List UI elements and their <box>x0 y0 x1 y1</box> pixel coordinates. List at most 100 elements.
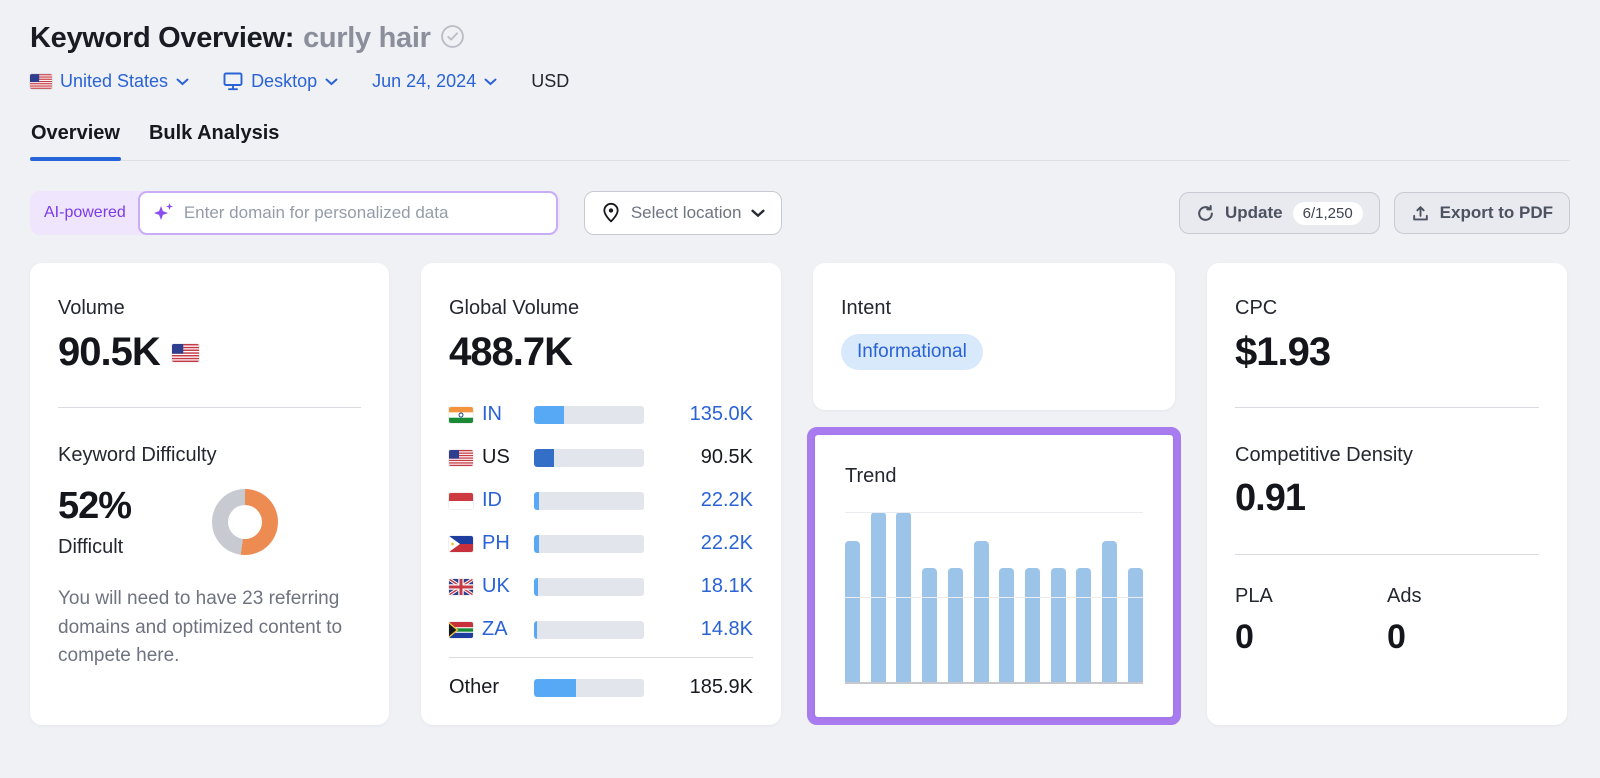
country-volume-row: US 90.5K <box>449 442 753 473</box>
country-volume-bar <box>534 535 644 553</box>
location-pin-icon <box>601 202 621 224</box>
tab-bulk-analysis[interactable]: Bulk Analysis <box>148 122 280 160</box>
device-selector-label: Desktop <box>251 71 317 92</box>
country-link[interactable]: ZA <box>482 618 534 641</box>
country-volume-bar <box>534 578 644 596</box>
trend-bar <box>974 541 989 682</box>
keyword-difficulty-label: Keyword Difficulty <box>58 444 361 467</box>
update-quota-badge: 6/1,250 <box>1293 202 1363 225</box>
flag-in-icon <box>449 407 473 423</box>
kd-note: You will need to have 23 referring domai… <box>58 585 361 671</box>
trend-highlight-border: Trend <box>807 427 1181 725</box>
export-pdf-button[interactable]: Export to PDF <box>1394 192 1570 234</box>
other-volume-row: Other 185.9K <box>449 672 753 703</box>
intent-label: Intent <box>841 297 1147 320</box>
metrics-cards: Volume 90.5K Keyword Difficulty 52% Diff… <box>30 263 1570 725</box>
other-label: Other <box>449 676 534 699</box>
competitive-density-label: Competitive Density <box>1235 444 1539 467</box>
trend-bar <box>1025 568 1040 682</box>
global-volume-label: Global Volume <box>449 297 753 320</box>
divider <box>449 657 753 658</box>
trend-bar <box>1051 568 1066 682</box>
country-volume-row: ID 22.2K <box>449 485 753 516</box>
flag-us-icon <box>30 74 52 89</box>
trend-bar-chart <box>845 512 1143 684</box>
page-header: Keyword Overview: curly hair <box>30 22 1570 55</box>
refresh-icon <box>1196 204 1215 223</box>
date-selector-label: Jun 24, 2024 <box>372 71 476 92</box>
controls-bar: AI-powered Select location <box>30 191 1570 235</box>
kd-level: Difficult <box>58 536 198 559</box>
country-volume-row: UK 18.1K <box>449 571 753 602</box>
other-volume-value: 185.9K <box>644 676 753 699</box>
tab-overview[interactable]: Overview <box>30 122 121 160</box>
kd-donut-chart <box>212 489 278 555</box>
volume-value: 90.5K <box>58 330 160 375</box>
trend-bar <box>922 568 937 682</box>
flag-us-icon <box>172 344 199 362</box>
trend-card: Trend <box>815 435 1173 717</box>
country-volume-value: 90.5K <box>644 446 753 469</box>
currency-label: USD <box>531 71 569 92</box>
trend-bar <box>948 568 963 682</box>
ai-domain-input-group: AI-powered <box>30 191 560 235</box>
global-volume-card: Global Volume 488.7K IN 135.0K US <box>421 263 781 725</box>
country-volume-row: ZA 14.8K <box>449 614 753 645</box>
competitive-density-value: 0.91 <box>1235 477 1539 520</box>
sparkles-icon <box>152 202 176 224</box>
flag-us-icon <box>449 450 473 466</box>
country-link[interactable]: PH <box>482 532 534 555</box>
trend-bar <box>1076 568 1091 682</box>
keyword-overview-page: Keyword Overview: curly hair United State… <box>0 0 1600 725</box>
flag-za-icon <box>449 622 473 638</box>
page-title-label: Keyword Overview: <box>30 22 294 54</box>
trend-bar <box>999 568 1014 682</box>
gridline <box>845 597 1143 598</box>
intent-badge[interactable]: Informational <box>841 334 983 370</box>
country-volume-row: IN 135.0K <box>449 399 753 430</box>
flag-uk-icon <box>449 579 473 595</box>
ai-powered-badge: AI-powered <box>30 204 138 222</box>
export-button-label: Export to PDF <box>1440 203 1553 223</box>
page-title-keyword: curly hair <box>303 22 431 54</box>
trend-bar <box>1102 541 1117 682</box>
ads-label: Ads <box>1387 585 1539 608</box>
intent-trend-column: Intent Informational Trend <box>813 263 1175 725</box>
flag-id-icon <box>449 493 473 509</box>
cpc-label: CPC <box>1235 297 1539 320</box>
country-link[interactable]: UK <box>482 575 534 598</box>
update-button-label: Update <box>1225 203 1283 223</box>
trend-bar <box>845 541 860 682</box>
trend-label: Trend <box>845 465 1143 488</box>
country-selector[interactable]: United States <box>30 71 189 92</box>
pla-label: PLA <box>1235 585 1387 608</box>
update-button[interactable]: Update 6/1,250 <box>1179 192 1380 234</box>
country-volume-value[interactable]: 18.1K <box>644 575 753 598</box>
country-volume-value[interactable]: 22.2K <box>644 489 753 512</box>
country-volume-bar <box>534 406 644 424</box>
country-volume-row: PH 22.2K <box>449 528 753 559</box>
country-link[interactable]: ID <box>482 489 534 512</box>
country-volume-value[interactable]: 22.2K <box>644 532 753 555</box>
country-volume-bar <box>534 492 644 510</box>
country-volume-value[interactable]: 14.8K <box>644 618 753 641</box>
chevron-down-icon <box>751 209 765 218</box>
cpc-value: $1.93 <box>1235 330 1539 375</box>
verified-check-icon <box>440 24 465 49</box>
chevron-down-icon <box>484 78 497 86</box>
country-volume-bar <box>534 449 644 467</box>
select-location-button[interactable]: Select location <box>584 191 783 235</box>
tabs: Overview Bulk Analysis <box>30 122 1570 161</box>
device-selector[interactable]: Desktop <box>223 71 338 92</box>
intent-card: Intent Informational <box>813 263 1175 410</box>
select-location-label: Select location <box>631 203 742 223</box>
date-selector[interactable]: Jun 24, 2024 <box>372 71 497 92</box>
domain-input[interactable] <box>138 191 558 235</box>
country-link[interactable]: IN <box>482 403 534 426</box>
country-code: US <box>482 446 534 469</box>
country-volume-value[interactable]: 135.0K <box>644 403 753 426</box>
global-volume-value: 488.7K <box>449 330 753 375</box>
export-icon <box>1411 204 1430 223</box>
country-selector-label: United States <box>60 71 168 92</box>
country-volume-list: IN 135.0K US 90.5K ID <box>449 399 753 703</box>
